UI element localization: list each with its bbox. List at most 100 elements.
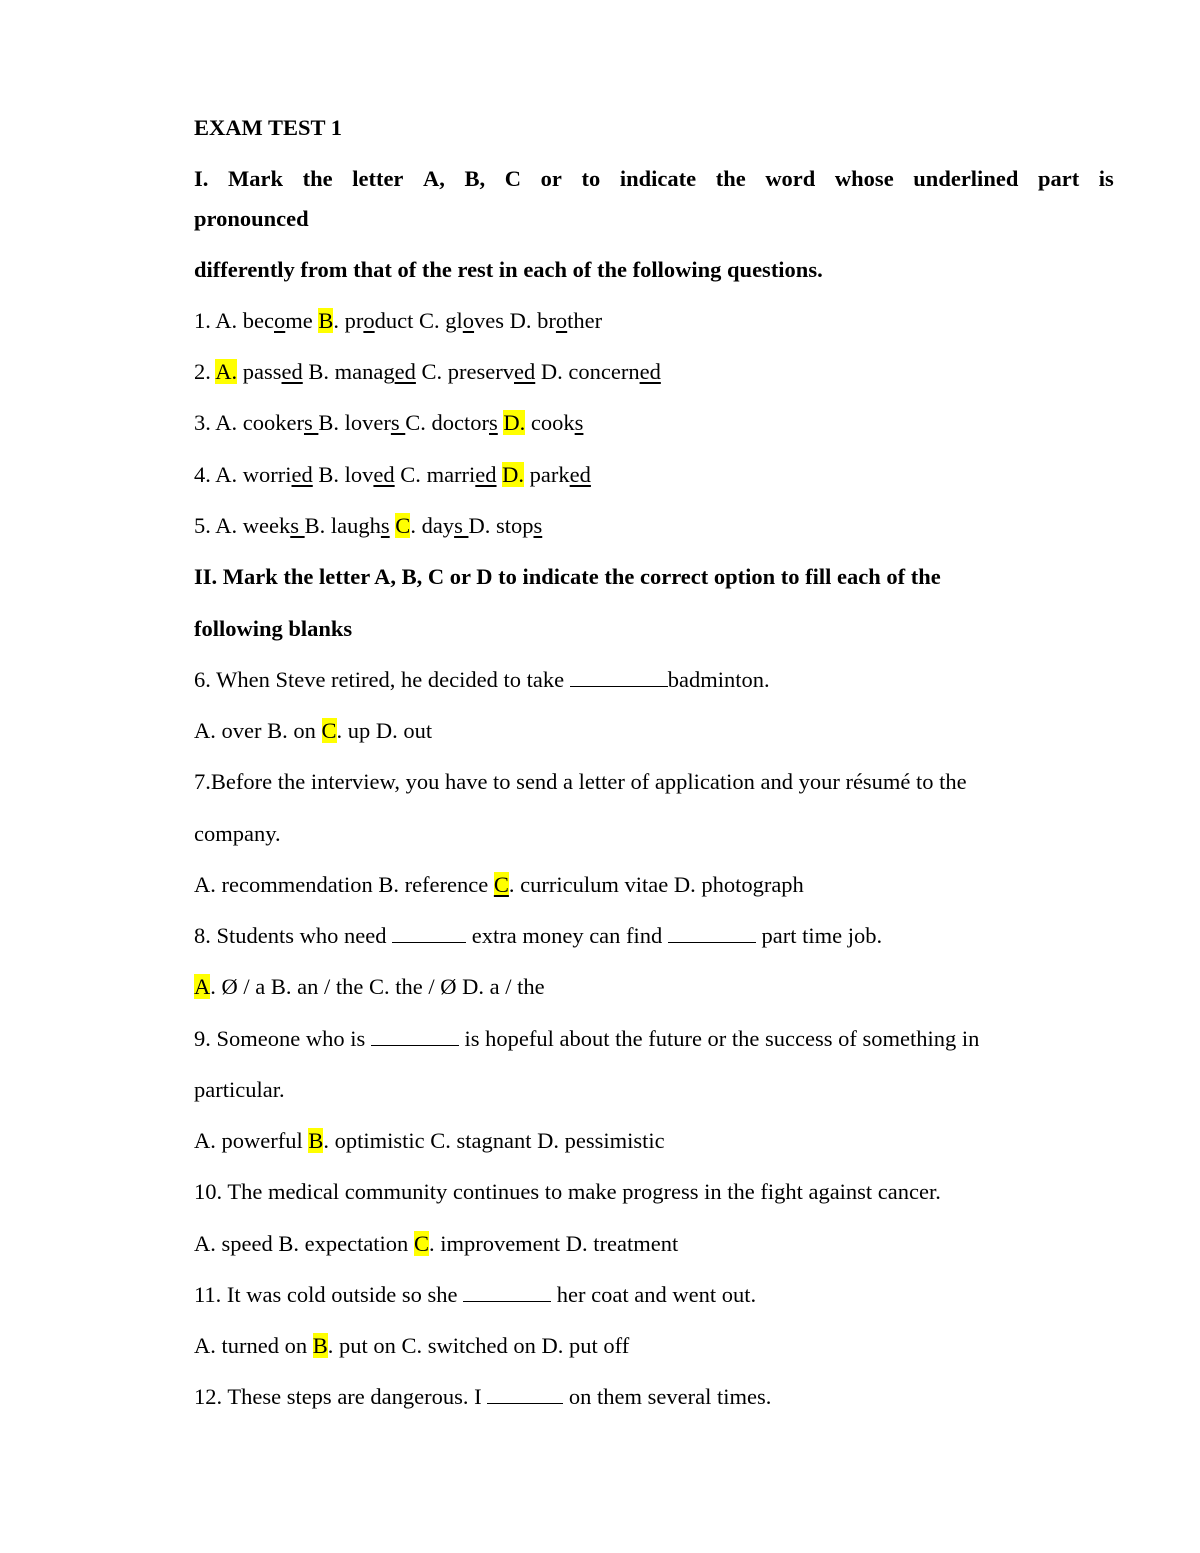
option-word: lover <box>344 410 391 435</box>
option-word-end: ves <box>474 308 505 333</box>
option-word: stop <box>495 513 534 538</box>
options-text: . improvement D. treatment <box>428 1231 679 1256</box>
question-number: 1. <box>194 308 211 333</box>
question-number: 4. <box>194 462 211 487</box>
answer-blank <box>667 922 756 943</box>
stem-text: 11. It was cold outside so she <box>194 1282 464 1307</box>
underlined-part: s <box>533 513 543 538</box>
underlined-part: s <box>574 410 584 435</box>
option-d: D. out <box>375 718 433 743</box>
option-letter-b: B. <box>308 359 330 384</box>
heading-word: I. <box>194 166 209 191</box>
underlined-part: ed <box>475 462 497 487</box>
option-letter-c: C. <box>400 462 421 487</box>
heading-word: word <box>765 166 816 191</box>
option-word: preserv <box>447 359 514 384</box>
question-3: 3. A. cookers B. lovers C. doctors D. co… <box>194 409 583 437</box>
page-title: EXAM TEST 1 <box>194 115 342 140</box>
underlined-part: ed <box>281 359 303 384</box>
option-word-end: duct <box>374 308 414 333</box>
answer-highlight: C <box>321 718 337 743</box>
option-word: pr <box>344 308 364 333</box>
option-a: A. over <box>194 718 262 743</box>
option-letter-d: D. <box>540 359 563 384</box>
answer-blank <box>487 1383 564 1404</box>
option-c: . up <box>336 718 371 743</box>
underlined-part: s <box>380 513 390 538</box>
heading-word: indicate <box>619 166 697 191</box>
option-word: cooker <box>242 410 304 435</box>
option-letter-d: D. <box>503 410 526 435</box>
underlined-part: ed <box>569 462 591 487</box>
option-word: gl <box>445 308 463 333</box>
options-text: . put on C. switched on D. put off <box>327 1333 630 1358</box>
option-letter-b: B. <box>304 513 326 538</box>
question-8-options: A. Ø / a B. an / the C. the / Ø D. a / t… <box>194 973 545 1001</box>
question-6-options: A. over B. on C. up D. out <box>194 717 432 745</box>
question-10-stem: 10. The medical community continues to m… <box>194 1179 941 1204</box>
option-letter-b: B <box>318 308 334 333</box>
question-9-stem: 9. Someone who is is hopeful about the f… <box>194 1025 979 1053</box>
option-word: cook <box>530 410 575 435</box>
option-letter-a: A. <box>215 359 238 384</box>
answer-highlight: C <box>413 1231 429 1256</box>
question-11-options: A. turned on B. put on C. switched on D.… <box>194 1332 629 1360</box>
question-11-stem: 11. It was cold outside so she her coat … <box>194 1281 756 1309</box>
question-9-stem-line2: particular. <box>194 1077 285 1102</box>
option-word: doctor <box>431 410 490 435</box>
options-text: A. powerful <box>194 1128 309 1153</box>
stem-text: extra money can find <box>466 923 668 948</box>
question-9-options: A. powerful B. optimistic C. stagnant D.… <box>194 1127 665 1155</box>
answer-highlight: B <box>308 1128 324 1153</box>
option-letter-b: B. <box>318 462 340 487</box>
option-word: park <box>529 462 570 487</box>
option-word: br <box>537 308 556 333</box>
stem-text: 12. These steps are dangerous. I <box>194 1384 488 1409</box>
heading-word: is <box>1098 166 1114 191</box>
heading-word: letter <box>352 166 404 191</box>
option-letter-c: C. <box>421 359 443 384</box>
option-letter-d: D. <box>509 308 532 333</box>
stem-text: 6. When Steve retired, he decided to tak… <box>194 667 570 692</box>
option-b: B. on <box>267 718 316 743</box>
underlined-part: s <box>390 410 406 435</box>
question-1: 1. A. become B. product C. gloves D. bro… <box>194 308 603 333</box>
stem-text: on them several times. <box>563 1384 772 1409</box>
heading-word: A, <box>423 166 445 191</box>
underlined-part: o <box>363 308 375 333</box>
underlined-part: s <box>290 513 305 538</box>
underlined-part: o <box>555 308 568 333</box>
option-word: lov <box>344 462 374 487</box>
option-word-end: ther <box>567 308 603 333</box>
heading-word: the <box>715 166 746 191</box>
answer-blank <box>463 1281 552 1302</box>
option-word: bec <box>242 308 274 333</box>
underlined-part: ed <box>394 359 416 384</box>
option-letter-a: A. <box>215 462 238 487</box>
heading-word: C <box>504 166 522 191</box>
option-letter-c: C. <box>419 308 440 333</box>
option-letter-d: D. <box>468 513 491 538</box>
heading-word: underlined <box>913 166 1019 191</box>
options-text: . curriculum vitae D. photograph <box>508 872 804 897</box>
heading-word: to <box>581 166 601 191</box>
option-letter-d: D. <box>502 462 525 487</box>
answer-blank <box>569 666 668 687</box>
option-word: laugh <box>330 513 381 538</box>
options-text: . Ø / a B. an / the C. the / Ø D. a / th… <box>210 974 545 999</box>
options-text: A. speed B. expectation <box>194 1231 414 1256</box>
question-6-stem: 6. When Steve retired, he decided to tak… <box>194 666 770 694</box>
answer-blank <box>392 922 467 943</box>
question-10-options: A. speed B. expectation C. improvement D… <box>194 1230 678 1258</box>
answer-highlight: C <box>493 872 509 897</box>
answer-highlight: A <box>194 974 211 999</box>
stem-text: part time job. <box>755 923 883 948</box>
underlined-part: ed <box>291 462 313 487</box>
underlined-part: s <box>454 513 469 538</box>
underlined-part: ed <box>639 359 661 384</box>
stem-text: badminton. <box>667 667 770 692</box>
question-7-stem-line2: company. <box>194 821 281 846</box>
question-12-stem: 12. These steps are dangerous. I on them… <box>194 1383 771 1411</box>
section2-heading-line1: II. Mark the letter A, B, C or D to indi… <box>194 564 941 589</box>
option-word: manag <box>334 359 395 384</box>
